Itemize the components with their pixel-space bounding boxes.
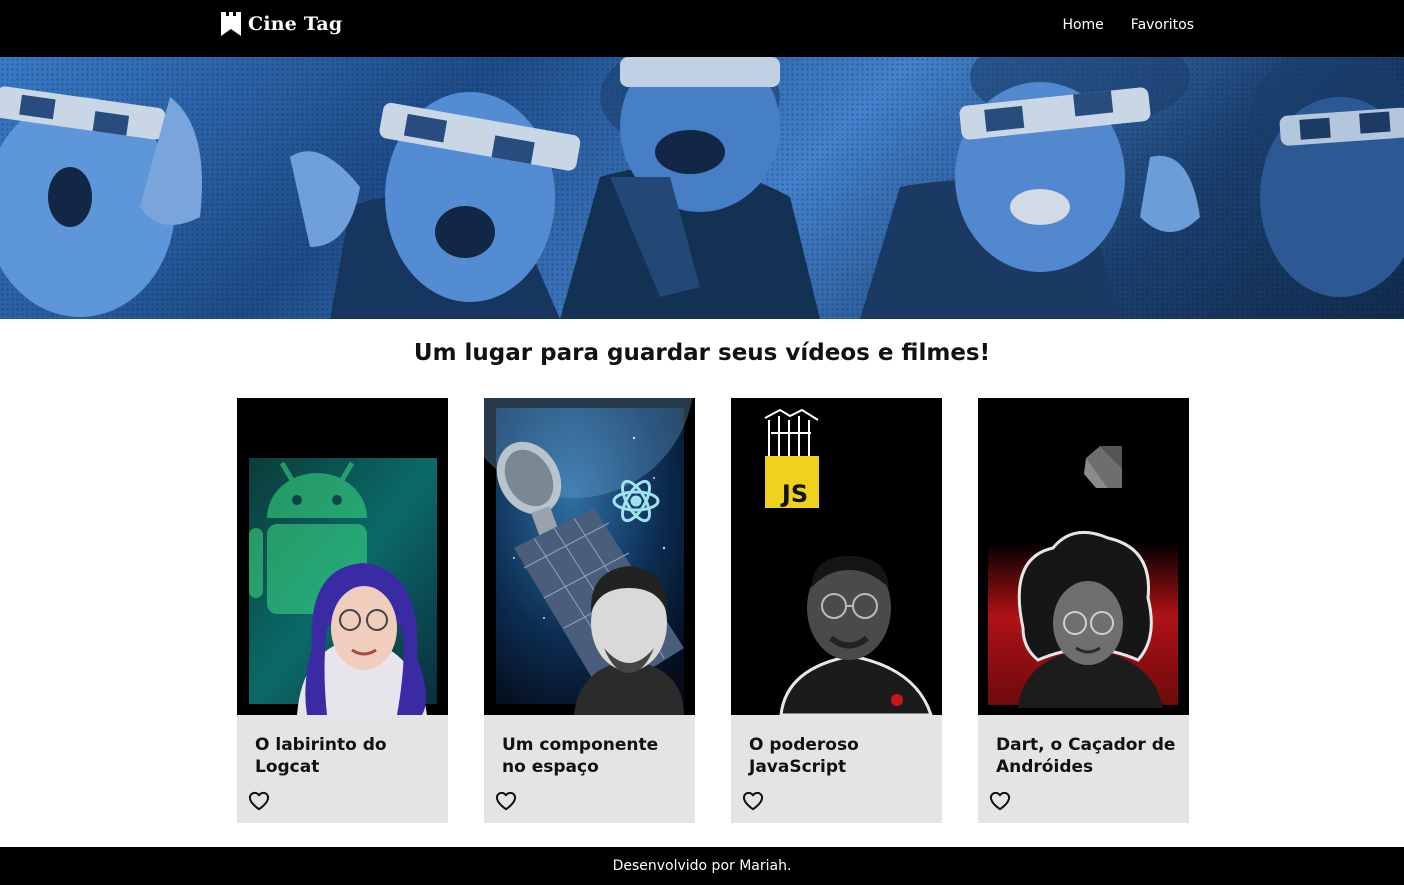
footer-credit: Desenvolvido por Mariah. xyxy=(612,858,792,874)
video-card: JS O poderoso JavaScript xyxy=(731,398,942,823)
video-list: O labirinto do Logcat Um componente no e… xyxy=(237,398,1189,823)
video-thumbnail[interactable] xyxy=(237,398,448,715)
video-card: Um componente no espaço xyxy=(484,398,695,823)
heart-icon xyxy=(248,791,270,811)
heart-icon xyxy=(495,791,517,811)
heart-icon xyxy=(742,791,764,811)
video-title: Um componente no espaço xyxy=(502,735,659,777)
video-thumbnail[interactable] xyxy=(484,398,695,715)
svg-text:JS: JS xyxy=(780,480,808,508)
favorite-button[interactable] xyxy=(495,791,517,811)
video-card: O labirinto do Logcat xyxy=(237,398,448,823)
video-card: Dart, o Caçador de Andróides xyxy=(978,398,1189,823)
js-icon: JS xyxy=(765,456,819,508)
video-thumbnail[interactable]: JS xyxy=(731,398,942,715)
nav-link-favoritos[interactable]: Favoritos xyxy=(1131,17,1194,33)
main-nav: Home Favoritos xyxy=(1062,17,1194,33)
favorite-button[interactable] xyxy=(742,791,764,811)
video-title: O labirinto do Logcat xyxy=(255,735,387,777)
favorite-button[interactable] xyxy=(989,791,1011,811)
bookmark-ticket-icon xyxy=(221,12,241,36)
site-header: Cine Tag Home Favoritos xyxy=(0,0,1404,57)
hero-banner xyxy=(0,57,1404,319)
banner-illustration xyxy=(0,57,1404,319)
heart-icon xyxy=(989,791,1011,811)
nav-link-home[interactable]: Home xyxy=(1062,17,1103,33)
site-logo[interactable]: Cine Tag xyxy=(221,11,342,37)
video-title: O poderoso JavaScript xyxy=(749,735,859,777)
site-footer: Desenvolvido por Mariah. xyxy=(0,847,1404,885)
page-tagline: Um lugar para guardar seus vídeos e film… xyxy=(413,340,991,366)
video-title: Dart, o Caçador de Andróides xyxy=(996,735,1176,777)
presenter-photo xyxy=(1017,530,1163,708)
favorite-button[interactable] xyxy=(248,791,270,811)
video-thumbnail[interactable] xyxy=(978,398,1189,715)
logo-text: Cine Tag xyxy=(248,13,343,35)
